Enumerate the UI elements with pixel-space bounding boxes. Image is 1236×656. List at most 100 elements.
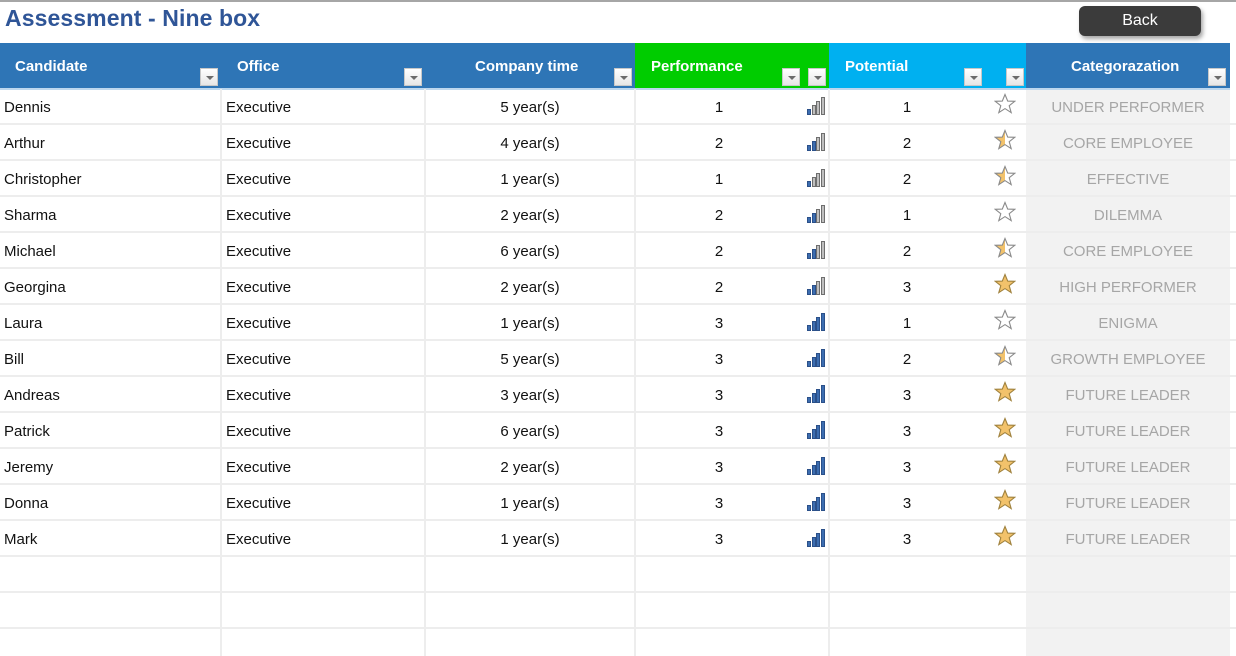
potential-cell[interactable]: 2	[829, 233, 985, 267]
candidate-cell[interactable]: Donna	[4, 485, 48, 519]
categorization-cell[interactable]: ENIGMA	[1026, 305, 1230, 339]
empty-table-row[interactable]	[0, 593, 1236, 629]
performance-cell[interactable]: 3	[635, 305, 803, 339]
office-cell[interactable]: Executive	[226, 161, 291, 195]
categorization-cell[interactable]: FUTURE LEADER	[1026, 521, 1230, 555]
office-cell[interactable]: Executive	[226, 305, 291, 339]
table-row[interactable]: Donna Executive 1 year(s) 3 3 FUTURE LEADER	[0, 485, 1236, 521]
table-row[interactable]: Andreas Executive 3 year(s) 3 3 FUTURE LEADER	[0, 377, 1236, 413]
company-time-cell[interactable]: 2 year(s)	[425, 449, 635, 483]
table-row[interactable]: Georgina Executive 2 year(s) 2 3 HIGH PERFORM…	[0, 269, 1236, 305]
office-cell[interactable]: Executive	[226, 269, 291, 303]
filter-dropdown-candidate[interactable]	[200, 68, 218, 86]
back-button[interactable]: Back	[1079, 6, 1201, 36]
categorization-cell[interactable]: GROWTH EMPLOYEE	[1026, 341, 1230, 375]
candidate-cell[interactable]: Arthur	[4, 125, 45, 159]
company-time-cell[interactable]: 3 year(s)	[425, 377, 635, 411]
performance-cell[interactable]: 2	[635, 269, 803, 303]
office-cell[interactable]: Executive	[226, 521, 291, 555]
empty-table-row[interactable]	[0, 557, 1236, 593]
potential-cell[interactable]: 3	[829, 485, 985, 519]
empty-table-row[interactable]	[0, 629, 1236, 656]
performance-cell[interactable]: 3	[635, 413, 803, 447]
office-cell[interactable]: Executive	[226, 377, 291, 411]
potential-cell[interactable]: 3	[829, 521, 985, 555]
table-row[interactable]: Christopher Executive 1 year(s) 1 2 EFFECTIVE	[0, 161, 1236, 197]
table-row[interactable]: Patrick Executive 6 year(s) 3 3 FUTURE LEADER	[0, 413, 1236, 449]
filter-dropdown-potential-icon[interactable]	[1006, 68, 1024, 86]
potential-cell[interactable]: 1	[829, 305, 985, 339]
filter-dropdown-categorization[interactable]	[1208, 68, 1226, 86]
filter-dropdown-performance-icon[interactable]	[808, 68, 826, 86]
candidate-cell[interactable]: Michael	[4, 233, 56, 267]
candidate-cell[interactable]: Mark	[4, 521, 37, 555]
performance-cell[interactable]: 3	[635, 341, 803, 375]
office-cell[interactable]: Executive	[226, 125, 291, 159]
candidate-cell[interactable]: Georgina	[4, 269, 66, 303]
performance-cell[interactable]: 2	[635, 197, 803, 231]
potential-cell[interactable]: 2	[829, 161, 985, 195]
office-cell[interactable]: Executive	[226, 449, 291, 483]
office-cell[interactable]: Executive	[226, 89, 291, 123]
table-row[interactable]: Bill Executive 5 year(s) 3 2 GROWTH EMPLOYEE	[0, 341, 1236, 377]
categorization-cell[interactable]: DILEMMA	[1026, 197, 1230, 231]
categorization-cell[interactable]: HIGH PERFORMER	[1026, 269, 1230, 303]
filter-dropdown-office[interactable]	[404, 68, 422, 86]
performance-cell[interactable]: 1	[635, 161, 803, 195]
potential-cell[interactable]: 3	[829, 269, 985, 303]
candidate-cell[interactable]: Andreas	[4, 377, 60, 411]
company-time-cell[interactable]: 1 year(s)	[425, 521, 635, 555]
table-row[interactable]: Dennis Executive 5 year(s) 1 1 UNDER PERFORME…	[0, 89, 1236, 125]
company-time-cell[interactable]: 1 year(s)	[425, 161, 635, 195]
company-time-cell[interactable]: 6 year(s)	[425, 413, 635, 447]
categorization-cell[interactable]: FUTURE LEADER	[1026, 485, 1230, 519]
performance-cell[interactable]: 1	[635, 89, 803, 123]
candidate-cell[interactable]: Dennis	[4, 89, 51, 123]
performance-cell[interactable]: 3	[635, 449, 803, 483]
table-row[interactable]: Mark Executive 1 year(s) 3 3 FUTURE LEADER	[0, 521, 1236, 557]
performance-cell[interactable]: 3	[635, 377, 803, 411]
company-time-cell[interactable]: 4 year(s)	[425, 125, 635, 159]
table-row[interactable]: Laura Executive 1 year(s) 3 1 ENIGMA	[0, 305, 1236, 341]
candidate-cell[interactable]: Bill	[4, 341, 24, 375]
filter-dropdown-company-time[interactable]	[614, 68, 632, 86]
performance-cell[interactable]: 2	[635, 125, 803, 159]
office-cell[interactable]: Executive	[226, 413, 291, 447]
company-time-cell[interactable]: 5 year(s)	[425, 341, 635, 375]
candidate-cell[interactable]: Sharma	[4, 197, 57, 231]
company-time-cell[interactable]: 2 year(s)	[425, 197, 635, 231]
candidate-cell[interactable]: Laura	[4, 305, 42, 339]
categorization-cell[interactable]: FUTURE LEADER	[1026, 377, 1230, 411]
company-time-cell[interactable]: 5 year(s)	[425, 89, 635, 123]
company-time-cell[interactable]: 1 year(s)	[425, 305, 635, 339]
candidate-cell[interactable]: Jeremy	[4, 449, 53, 483]
performance-cell[interactable]: 3	[635, 485, 803, 519]
performance-cell[interactable]: 2	[635, 233, 803, 267]
categorization-cell[interactable]: CORE EMPLOYEE	[1026, 125, 1230, 159]
potential-cell[interactable]: 3	[829, 413, 985, 447]
potential-cell[interactable]: 1	[829, 197, 985, 231]
potential-cell[interactable]: 2	[829, 125, 985, 159]
candidate-cell[interactable]: Patrick	[4, 413, 50, 447]
filter-dropdown-potential-value[interactable]	[964, 68, 982, 86]
potential-cell[interactable]: 3	[829, 449, 985, 483]
candidate-cell[interactable]: Christopher	[4, 161, 82, 195]
table-row[interactable]: Michael Executive 6 year(s) 2 2 CORE EMPLOYEE	[0, 233, 1236, 269]
performance-cell[interactable]: 3	[635, 521, 803, 555]
categorization-cell[interactable]: EFFECTIVE	[1026, 161, 1230, 195]
company-time-cell[interactable]: 6 year(s)	[425, 233, 635, 267]
categorization-cell[interactable]: CORE EMPLOYEE	[1026, 233, 1230, 267]
table-row[interactable]: Sharma Executive 2 year(s) 2 1 DILEMMA	[0, 197, 1236, 233]
company-time-cell[interactable]: 1 year(s)	[425, 485, 635, 519]
categorization-cell[interactable]: FUTURE LEADER	[1026, 449, 1230, 483]
table-row[interactable]: Arthur Executive 4 year(s) 2 2 CORE EMPLOYEE	[0, 125, 1236, 161]
office-cell[interactable]: Executive	[226, 233, 291, 267]
filter-dropdown-performance-value[interactable]	[782, 68, 800, 86]
potential-cell[interactable]: 3	[829, 377, 985, 411]
office-cell[interactable]: Executive	[226, 341, 291, 375]
office-cell[interactable]: Executive	[226, 197, 291, 231]
potential-cell[interactable]: 1	[829, 89, 985, 123]
categorization-cell[interactable]: UNDER PERFORMER	[1026, 89, 1230, 123]
office-cell[interactable]: Executive	[226, 485, 291, 519]
table-row[interactable]: Jeremy Executive 2 year(s) 3 3 FUTURE LEADER	[0, 449, 1236, 485]
